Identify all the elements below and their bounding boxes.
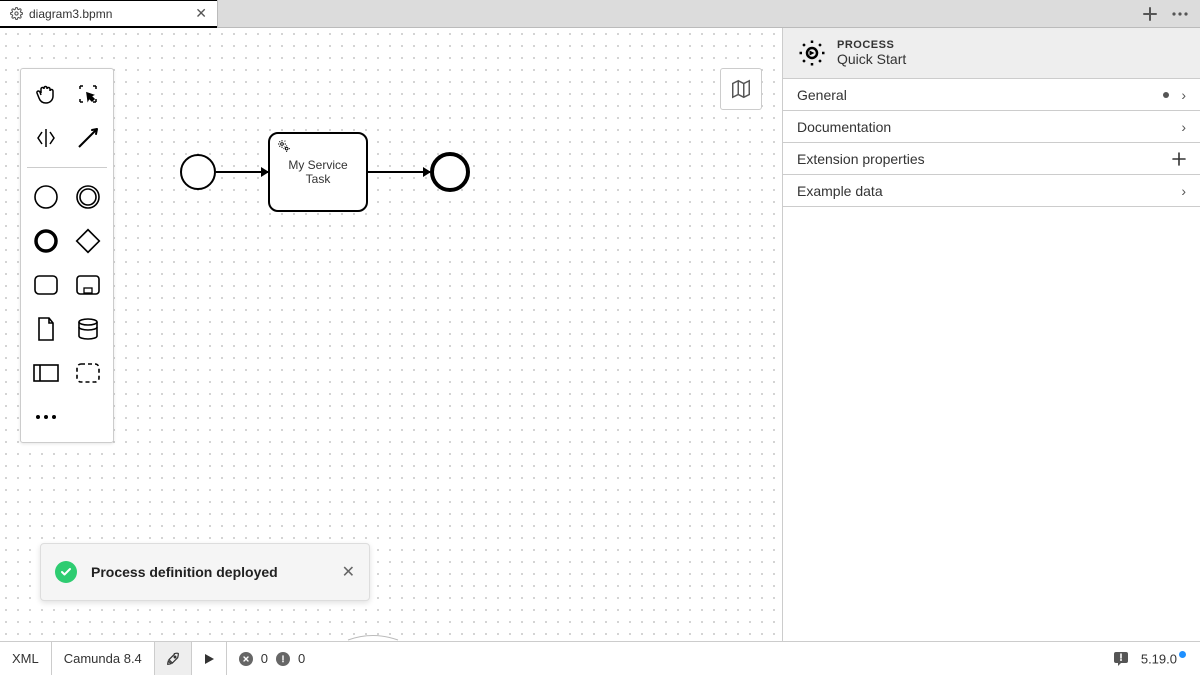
- props-row-label: General: [797, 87, 847, 103]
- props-row-documentation[interactable]: Documentation ›: [783, 111, 1200, 143]
- toast-close-icon[interactable]: ✕: [342, 562, 355, 582]
- warnings-count: 0: [298, 651, 305, 666]
- gear-icon: [10, 7, 23, 20]
- version-label[interactable]: 5.19.0: [1141, 651, 1186, 666]
- properties-type-label: PROCESS: [837, 39, 906, 51]
- success-check-icon: [55, 561, 77, 583]
- end-event-tool[interactable]: [29, 224, 63, 258]
- tab-diagram[interactable]: diagram3.bpmn ✕: [0, 0, 218, 27]
- task-tool[interactable]: [29, 268, 63, 302]
- close-icon[interactable]: ✕: [195, 5, 207, 22]
- gateway-tool[interactable]: [71, 224, 105, 258]
- chevron-right-icon: ›: [1181, 87, 1186, 103]
- properties-header: PROCESS Quick Start: [783, 28, 1200, 79]
- toast-message: Process definition deployed: [91, 564, 328, 580]
- feedback-icon[interactable]: [1113, 651, 1129, 667]
- props-row-label: Example data: [797, 183, 883, 199]
- space-tool[interactable]: [29, 121, 63, 155]
- more-icon[interactable]: [1170, 4, 1190, 24]
- start-instance-button[interactable]: [192, 642, 227, 675]
- splitter-handle[interactable]: [343, 633, 403, 641]
- more-tools[interactable]: [29, 400, 63, 434]
- main-area: My Service Task Process definition deplo…: [0, 28, 1200, 641]
- status-bar: XML Camunda 8.4 0 0 5.19.0: [0, 641, 1200, 675]
- warnings-icon: [276, 652, 290, 666]
- start-event[interactable]: [180, 154, 216, 190]
- deploy-toast: Process definition deployed ✕: [40, 543, 370, 601]
- plus-icon[interactable]: [1172, 152, 1186, 166]
- chevron-right-icon: ›: [1181, 183, 1186, 199]
- status-xml-label: XML: [12, 651, 39, 666]
- deploy-button[interactable]: [155, 642, 192, 675]
- problems-indicator[interactable]: 0 0: [227, 642, 317, 675]
- props-row-extension-properties[interactable]: Extension properties: [783, 143, 1200, 175]
- tab-bar: diagram3.bpmn ✕: [0, 0, 1200, 28]
- update-available-dot-icon: [1179, 651, 1186, 658]
- subprocess-expanded-tool[interactable]: [71, 268, 105, 302]
- start-event-tool[interactable]: [29, 180, 63, 214]
- process-gear-play-icon: [797, 38, 827, 68]
- status-engine-label: Camunda 8.4: [64, 651, 142, 666]
- props-row-example-data[interactable]: Example data ›: [783, 175, 1200, 207]
- group-tool[interactable]: [71, 356, 105, 390]
- modified-dot-icon: [1163, 92, 1169, 98]
- props-row-general[interactable]: General ›: [783, 79, 1200, 111]
- tab-title: diagram3.bpmn: [29, 7, 189, 21]
- props-row-label: Extension properties: [797, 151, 925, 167]
- end-event[interactable]: [430, 152, 470, 192]
- status-xml-toggle[interactable]: XML: [0, 642, 52, 675]
- tool-palette: [20, 68, 114, 443]
- errors-count: 0: [261, 651, 268, 666]
- sequence-flow[interactable]: [368, 171, 430, 173]
- props-row-label: Documentation: [797, 119, 891, 135]
- lasso-tool[interactable]: [71, 77, 105, 111]
- global-connect-tool[interactable]: [71, 121, 105, 155]
- sequence-flow[interactable]: [216, 171, 268, 173]
- service-task-icon: [276, 138, 292, 154]
- participant-tool[interactable]: [29, 356, 63, 390]
- diagram-canvas[interactable]: My Service Task Process definition deplo…: [0, 28, 782, 641]
- new-tab-button[interactable]: [1140, 4, 1160, 24]
- data-store-tool[interactable]: [71, 312, 105, 346]
- properties-name: Quick Start: [837, 51, 906, 67]
- hand-tool[interactable]: [29, 77, 63, 111]
- properties-panel: PROCESS Quick Start General › Documentat…: [782, 28, 1200, 641]
- minimap-button[interactable]: [720, 68, 762, 110]
- data-object-tool[interactable]: [29, 312, 63, 346]
- chevron-right-icon: ›: [1181, 119, 1186, 135]
- service-task[interactable]: My Service Task: [268, 132, 368, 212]
- status-engine[interactable]: Camunda 8.4: [52, 642, 155, 675]
- errors-icon: [239, 652, 253, 666]
- task-label-line1: My Service: [288, 158, 347, 172]
- task-label-line2: Task: [306, 172, 331, 186]
- intermediate-event-tool[interactable]: [71, 180, 105, 214]
